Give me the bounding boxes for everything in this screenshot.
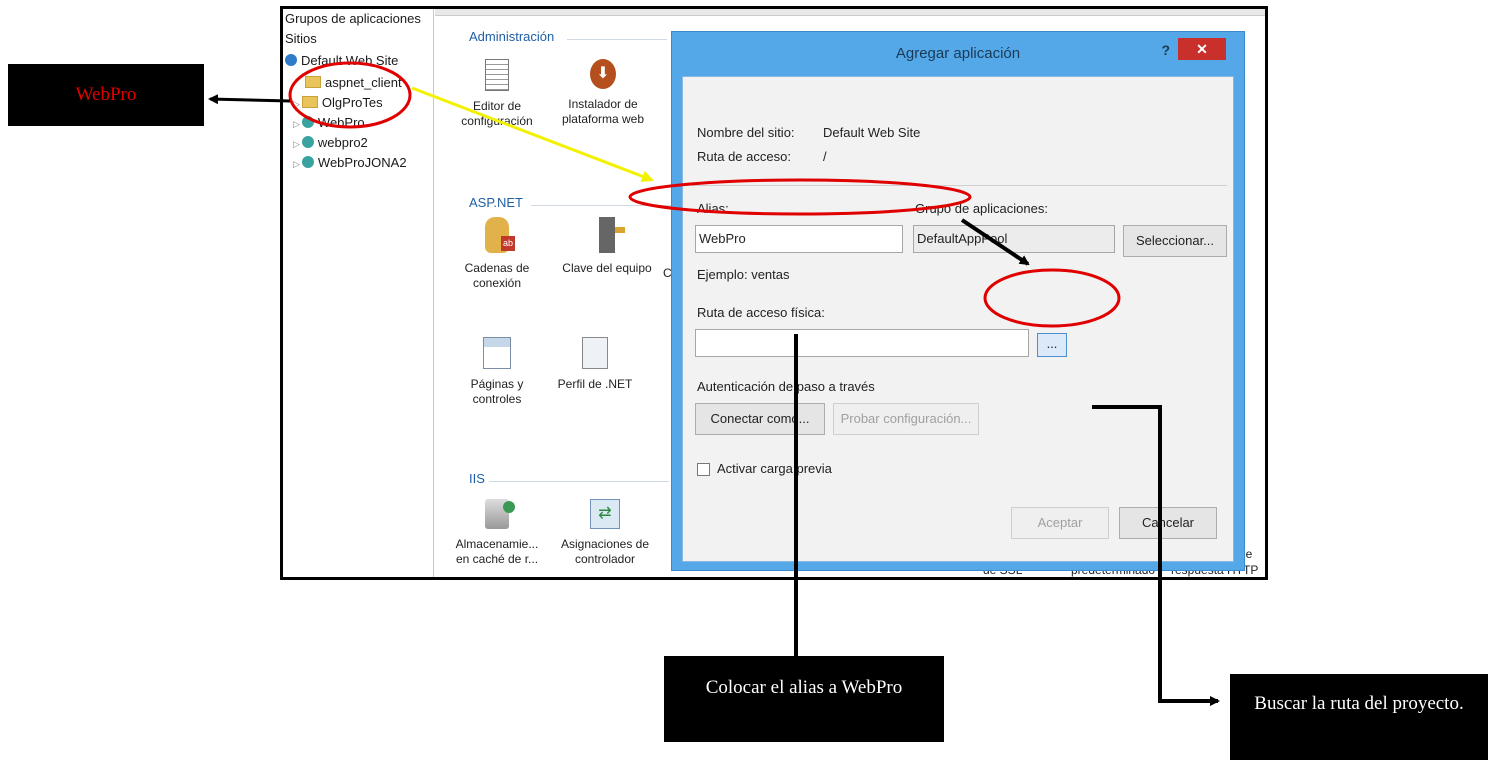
passthrough-auth-label: Autenticación de paso a través (697, 379, 875, 394)
feature-label: Asignaciones de controlador (560, 537, 650, 566)
physical-path-label: Ruta de acceso física: (697, 305, 825, 320)
test-settings-button: Probar configuración... (833, 403, 979, 435)
dialog-body: Nombre del sitio: Default Web Site Ruta … (682, 76, 1234, 562)
tree-item-label: Sitios (285, 31, 317, 46)
expand-arrow-icon: ▷ (293, 119, 300, 129)
path-value: / (823, 149, 827, 164)
feature-editor-configuracion[interactable]: Editor de configuración (451, 59, 543, 129)
expand-arrow-icon: ▷ (293, 159, 300, 169)
feature-cadenas-conexion[interactable]: ab Cadenas de conexión (451, 217, 543, 291)
section-title-administracion: Administración (469, 29, 555, 44)
alias-label: Alias: (697, 201, 729, 216)
alias-example: Ejemplo: ventas (697, 267, 790, 282)
tree-item-label: WebProJONA2 (317, 155, 407, 170)
section-divider (567, 39, 667, 40)
feature-label: Cadenas de conexión (464, 261, 530, 290)
cancel-button[interactable]: Cancelar (1119, 507, 1217, 539)
alias-input[interactable]: WebPro (695, 225, 903, 253)
callout-webpro: WebPro (8, 64, 204, 126)
handler-mappings-icon: ⇄ (590, 499, 620, 529)
tree-item-label: aspnet_client (325, 75, 402, 90)
expand-arrow-icon: ▷ (293, 99, 300, 109)
help-button[interactable]: ? (1161, 42, 1170, 58)
tree-item-label: Default Web Site (301, 53, 399, 68)
dialog-title: Agregar aplicación (895, 45, 1021, 62)
feature-almacenamiento-cache[interactable]: Almacenamie... en caché de r... (451, 499, 543, 567)
tree-item-label: OlgProTes (321, 95, 383, 110)
document-icon (485, 59, 509, 91)
select-app-pool-button[interactable]: Seleccionar... (1123, 225, 1227, 257)
feature-paginas-controles[interactable]: Páginas y controles (451, 337, 543, 407)
physical-path-input[interactable] (695, 329, 1029, 357)
feature-asignaciones-controlador[interactable]: ⇄ Asignaciones de controlador (559, 499, 651, 567)
preload-label: Activar carga previa (717, 461, 832, 476)
feature-label: Páginas y controles (470, 377, 524, 406)
tree-item-olgprotes[interactable]: ▷ OlgProTes (293, 93, 383, 112)
profile-page-icon (582, 337, 608, 369)
feature-instalador-plataforma[interactable]: ⬇ Instalador de plataforma web (557, 59, 649, 127)
iis-manager-screenshot: Grupos de aplicaciones Sitios Default We… (280, 6, 1268, 580)
preload-checkbox[interactable] (697, 463, 710, 476)
section-title-iis: IIS (469, 471, 485, 486)
connect-as-button[interactable]: Conectar como... (695, 403, 825, 435)
close-button[interactable]: ✕ (1178, 38, 1226, 60)
globe-icon (285, 54, 297, 66)
download-icon: ⬇ (590, 59, 616, 89)
site-name-label: Nombre del sitio: (697, 125, 795, 140)
callout-buscar-ruta: Buscar la ruta del proyecto. (1230, 674, 1488, 760)
connections-tree: Grupos de aplicaciones Sitios Default We… (283, 9, 434, 577)
cache-icon (485, 499, 515, 529)
section-divider (489, 481, 669, 482)
ok-button: Aceptar (1011, 507, 1109, 539)
dialog-divider (691, 185, 1227, 186)
path-label: Ruta de acceso: (697, 149, 791, 164)
tree-item-webprojona2[interactable]: ▷ WebProJONA2 (293, 153, 407, 172)
pages-icon (483, 337, 511, 369)
callout-alias: Colocar el alias a WebPro (664, 656, 944, 742)
feature-label: Instalador de plataforma web (561, 97, 645, 126)
folder-icon (305, 76, 321, 88)
web-app-icon (301, 156, 314, 168)
tree-item-aspnet-client[interactable]: aspnet_client (305, 73, 402, 92)
feature-clave-equipo[interactable]: Clave del equipo (561, 217, 653, 276)
tree-item-webpro[interactable]: ▷ WebPro (293, 113, 365, 132)
database-icon: ab (485, 217, 515, 253)
section-title-aspnet: ASP.NET (469, 195, 523, 210)
app-pool-field: DefaultAppPool (913, 225, 1115, 253)
section-divider (531, 205, 671, 206)
tree-item-label: WebPro (317, 115, 365, 130)
tree-item-webpro2[interactable]: ▷ webpro2 (293, 133, 368, 152)
folder-icon (301, 96, 318, 108)
feature-perfil-net[interactable]: Perfil de .NET (549, 337, 641, 392)
feature-label: Clave del equipo (562, 261, 652, 275)
arrow-to-webpro-callout (208, 94, 291, 105)
feature-label: Editor de configuración (461, 99, 533, 128)
site-name-value: Default Web Site (823, 125, 921, 140)
expand-arrow-icon: ▷ (293, 139, 300, 149)
tree-item-app-pools[interactable]: Grupos de aplicaciones (285, 9, 421, 28)
browse-button[interactable]: ... (1037, 333, 1067, 357)
web-app-icon (301, 116, 314, 128)
app-pool-label: Grupo de aplicaciones: (915, 201, 1048, 216)
tree-item-label: webpro2 (317, 135, 368, 150)
tree-item-sites[interactable]: Sitios (285, 29, 317, 48)
toolbar-strip (435, 9, 1265, 16)
feature-label: Perfil de .NET (557, 377, 633, 391)
server-key-icon (599, 217, 625, 253)
tree-item-label: Grupos de aplicaciones (285, 11, 421, 26)
tree-item-default-web-site[interactable]: Default Web Site (285, 51, 398, 70)
agregar-aplicacion-dialog: Agregar aplicación ? ✕ Nombre del sitio:… (671, 31, 1245, 571)
feature-label: Almacenamie... en caché de r... (455, 537, 539, 566)
web-app-icon (301, 136, 314, 148)
